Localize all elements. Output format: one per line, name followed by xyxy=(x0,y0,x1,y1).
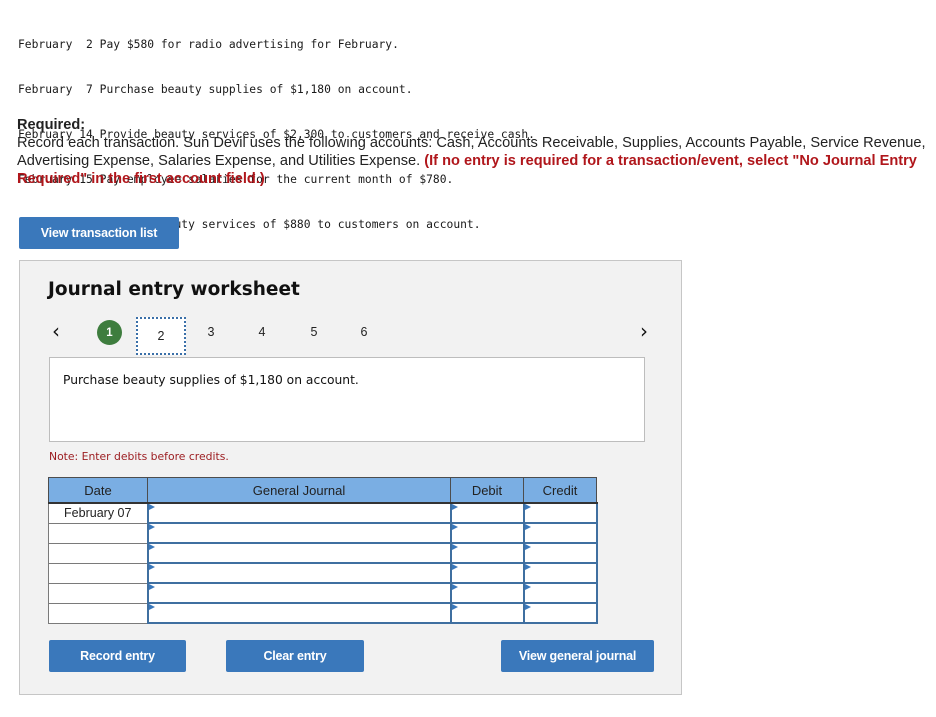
table-row xyxy=(48,542,598,564)
step-3[interactable]: 3 xyxy=(198,319,224,345)
credit-input[interactable] xyxy=(522,522,598,544)
chevron-left-icon[interactable]: ‹ xyxy=(52,319,60,343)
date-cell xyxy=(48,522,148,544)
credit-header: Credit xyxy=(523,477,597,504)
debit-credit-note: Note: Enter debits before credits. xyxy=(49,450,229,463)
table-row xyxy=(48,582,598,604)
account-input[interactable] xyxy=(146,522,452,544)
date-header: Date xyxy=(48,477,148,504)
transaction-row: February 7 Purchase beauty supplies of $… xyxy=(18,83,413,96)
record-entry-button[interactable]: Record entry xyxy=(49,640,186,672)
credit-input[interactable] xyxy=(522,582,598,604)
debit-input[interactable] xyxy=(449,502,525,524)
date-cell: February 07 xyxy=(48,502,148,524)
table-row xyxy=(48,602,598,624)
transaction-description-box: Purchase beauty supplies of $1,180 on ac… xyxy=(49,357,645,442)
step-5[interactable]: 5 xyxy=(301,319,327,345)
step-4[interactable]: 4 xyxy=(249,319,275,345)
debit-header: Debit xyxy=(450,477,524,504)
step-6[interactable]: 6 xyxy=(351,319,377,345)
table-row xyxy=(48,522,598,544)
account-input[interactable] xyxy=(146,602,452,624)
date-cell xyxy=(48,542,148,564)
required-section: Required: Record each transaction. Sun D… xyxy=(17,116,932,188)
account-input[interactable] xyxy=(146,542,452,564)
debit-input[interactable] xyxy=(449,602,525,624)
view-transaction-list-button[interactable]: View transaction list xyxy=(19,217,179,249)
account-input[interactable] xyxy=(146,502,452,524)
step-1-completed[interactable]: 1 xyxy=(97,320,122,345)
table-row: February 07 xyxy=(48,502,598,524)
credit-input[interactable] xyxy=(522,562,598,584)
debit-input[interactable] xyxy=(449,582,525,604)
journal-entry-worksheet: Journal entry worksheet ‹ 1 2 3 4 5 6 › … xyxy=(19,260,682,695)
account-input[interactable] xyxy=(146,582,452,604)
date-cell xyxy=(48,602,148,624)
required-title: Required: xyxy=(17,117,86,133)
worksheet-title: Journal entry worksheet xyxy=(48,279,300,300)
clear-entry-button[interactable]: Clear entry xyxy=(226,640,364,672)
date-cell xyxy=(48,582,148,604)
general-journal-header: General Journal xyxy=(147,477,451,504)
credit-input[interactable] xyxy=(522,602,598,624)
debit-input[interactable] xyxy=(449,562,525,584)
credit-input[interactable] xyxy=(522,542,598,564)
account-input[interactable] xyxy=(146,562,452,584)
debit-input[interactable] xyxy=(449,542,525,564)
journal-table: Date General Journal Debit Credit Februa… xyxy=(48,477,598,624)
debit-input[interactable] xyxy=(449,522,525,544)
date-cell xyxy=(48,562,148,584)
chevron-right-icon[interactable]: › xyxy=(640,319,648,343)
transaction-row: February 2 Pay $580 for radio advertisin… xyxy=(18,38,399,51)
step-2-active[interactable]: 2 xyxy=(136,317,186,355)
view-general-journal-button[interactable]: View general journal xyxy=(501,640,654,672)
credit-input[interactable] xyxy=(522,502,598,524)
table-row xyxy=(48,562,598,584)
transaction-description: Purchase beauty supplies of $1,180 on ac… xyxy=(63,373,359,387)
